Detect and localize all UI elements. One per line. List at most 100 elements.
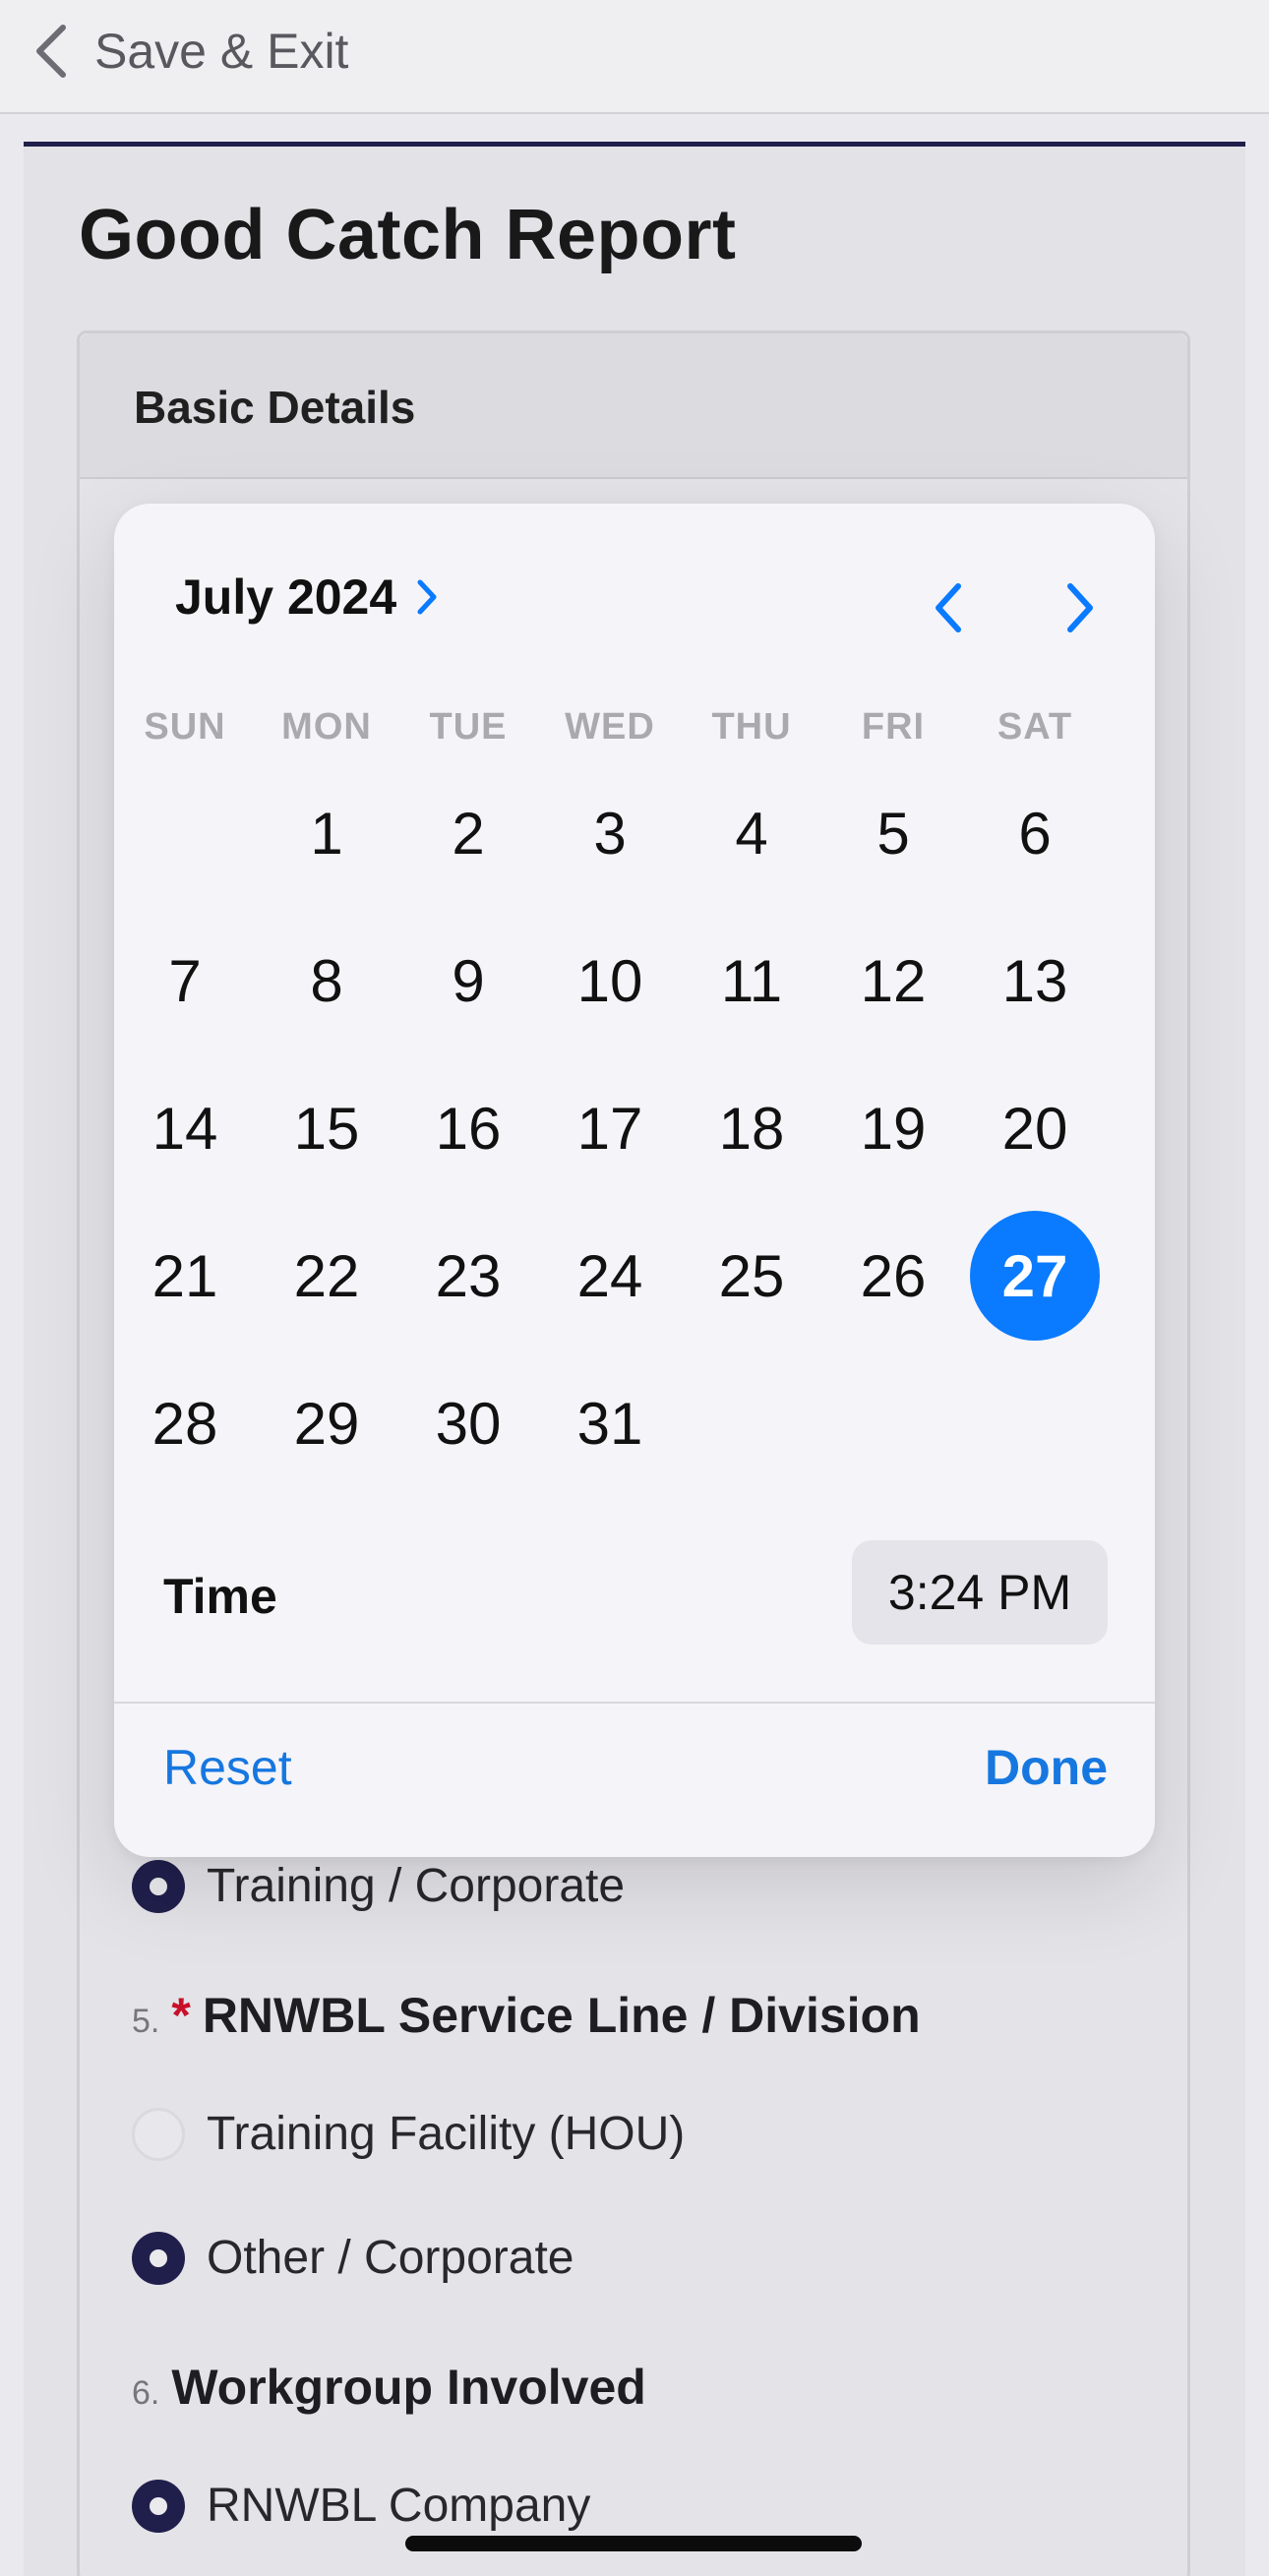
time-picker-button[interactable]: 3:24 PM xyxy=(852,1540,1108,1645)
day-number: 20 xyxy=(1001,1095,1068,1162)
save-and-exit-button[interactable]: Save & Exit xyxy=(30,14,348,89)
question-label: RNWBL Service Line / Division xyxy=(202,1988,921,2043)
calendar-day[interactable]: 15 xyxy=(258,1064,395,1192)
previous-month-button[interactable] xyxy=(927,578,970,637)
calendar-day[interactable]: 29 xyxy=(258,1359,395,1487)
date-picker-popover: July 2024 SUN MON TUE WED THU FRI SAT 12345678… xyxy=(114,504,1155,1857)
calendar-day[interactable]: 3 xyxy=(541,769,679,897)
radio-selected[interactable] xyxy=(132,1859,185,1913)
weekday-label-sun: SUN xyxy=(144,706,226,748)
day-number: 21 xyxy=(151,1242,218,1309)
page-title: Good Catch Report xyxy=(79,196,737,274)
card-header[interactable]: Basic Details xyxy=(80,333,1187,479)
day-number: 18 xyxy=(718,1095,785,1162)
day-number: 27 xyxy=(970,1211,1100,1341)
next-month-button[interactable] xyxy=(1058,578,1102,637)
question-service-line: 5. * RNWBL Service Line / Division xyxy=(132,1987,921,2044)
day-number: 24 xyxy=(576,1242,643,1309)
calendar-day[interactable]: 26 xyxy=(824,1212,962,1340)
weekday-label-tue: TUE xyxy=(429,706,508,748)
calendar-day[interactable]: 2 xyxy=(399,769,537,897)
home-indicator xyxy=(405,2536,862,2551)
divider xyxy=(114,1702,1155,1704)
calendar-day[interactable]: 13 xyxy=(966,917,1104,1045)
calendar-day[interactable]: 7 xyxy=(116,917,254,1045)
time-label: Time xyxy=(163,1569,277,1624)
option-label: RNWBL Company xyxy=(207,2480,591,2532)
day-number: 11 xyxy=(720,947,783,1014)
calendar-day[interactable]: 18 xyxy=(683,1064,820,1192)
calendar-day[interactable]: 4 xyxy=(683,769,820,897)
day-number: 7 xyxy=(168,947,202,1014)
option-rnwbl-company[interactable]: RNWBL Company xyxy=(132,2479,590,2533)
radio-selected[interactable] xyxy=(132,2479,185,2533)
day-number: 14 xyxy=(151,1095,218,1162)
day-number: 28 xyxy=(151,1390,218,1457)
done-button[interactable]: Done xyxy=(985,1739,1108,1796)
top-nav-bar: Save & Exit xyxy=(0,0,1269,114)
calendar-day[interactable]: 23 xyxy=(399,1212,537,1340)
calendar-day[interactable]: 14 xyxy=(116,1064,254,1192)
day-number: 31 xyxy=(576,1390,643,1457)
calendar-day[interactable]: 12 xyxy=(824,917,962,1045)
calendar-day[interactable]: 9 xyxy=(399,917,537,1045)
save-and-exit-label: Save & Exit xyxy=(94,24,349,79)
day-number: 17 xyxy=(576,1095,643,1162)
day-number: 2 xyxy=(452,800,485,867)
chevron-right-icon xyxy=(417,579,437,615)
reset-button[interactable]: Reset xyxy=(163,1739,292,1796)
option-training-facility[interactable]: Training Facility (HOU) xyxy=(132,2107,685,2161)
chevron-left-icon xyxy=(36,25,66,78)
day-number: 6 xyxy=(1018,800,1052,867)
day-number: 12 xyxy=(860,947,927,1014)
calendar-day[interactable]: 11 xyxy=(683,917,820,1045)
calendar-day[interactable]: 22 xyxy=(258,1212,395,1340)
calendar-day[interactable]: 1 xyxy=(258,769,395,897)
day-number: 15 xyxy=(293,1095,360,1162)
card-header-label: Basic Details xyxy=(134,382,416,433)
day-number: 4 xyxy=(735,800,768,867)
calendar-day[interactable]: 17 xyxy=(541,1064,679,1192)
calendar-day[interactable]: 25 xyxy=(683,1212,820,1340)
question-workgroup: 6. Workgroup Involved xyxy=(132,2359,646,2416)
option-training-corporate[interactable]: Training / Corporate xyxy=(132,1859,625,1913)
calendar-day[interactable]: 28 xyxy=(116,1359,254,1487)
month-year-label: July 2024 xyxy=(175,569,397,625)
required-mark: * xyxy=(171,1988,191,2043)
day-number: 13 xyxy=(1001,947,1068,1014)
calendar-day[interactable]: 20 xyxy=(966,1064,1104,1192)
option-label: Other / Corporate xyxy=(207,2232,574,2284)
option-label: Training / Corporate xyxy=(207,1860,626,1912)
calendar-day[interactable]: 24 xyxy=(541,1212,679,1340)
question-label: Workgroup Involved xyxy=(171,2360,646,2415)
day-number: 8 xyxy=(310,947,343,1014)
calendar-day[interactable]: 31 xyxy=(541,1359,679,1487)
day-number: 5 xyxy=(876,800,910,867)
option-other-corporate[interactable]: Other / Corporate xyxy=(132,2231,574,2285)
calendar-day[interactable]: 6 xyxy=(966,769,1104,897)
calendar-day[interactable]: 16 xyxy=(399,1064,537,1192)
radio-unselected[interactable] xyxy=(132,2107,185,2161)
calendar-day[interactable]: 10 xyxy=(541,917,679,1045)
option-label: Training Facility (HOU) xyxy=(207,2108,686,2160)
day-number: 25 xyxy=(718,1242,785,1309)
calendar-day[interactable]: 5 xyxy=(824,769,962,897)
calendar-day[interactable]: 19 xyxy=(824,1064,962,1192)
day-number: 16 xyxy=(435,1095,502,1162)
calendar-day-selected[interactable]: 27 xyxy=(966,1211,1104,1341)
day-number: 26 xyxy=(860,1242,927,1309)
calendar-day[interactable]: 30 xyxy=(399,1359,537,1487)
question-number: 6. xyxy=(132,2374,160,2412)
day-number: 9 xyxy=(452,947,485,1014)
day-number: 29 xyxy=(293,1390,360,1457)
day-number: 1 xyxy=(310,800,343,867)
calendar-day[interactable]: 8 xyxy=(258,917,395,1045)
calendar-day[interactable]: 21 xyxy=(116,1212,254,1340)
day-number: 10 xyxy=(576,947,643,1014)
day-number: 30 xyxy=(435,1390,502,1457)
weekday-label-wed: WED xyxy=(565,706,655,748)
month-year-selector[interactable]: July 2024 xyxy=(175,569,440,626)
day-number: 3 xyxy=(593,800,627,867)
weekday-label-sat: SAT xyxy=(997,706,1073,748)
radio-selected[interactable] xyxy=(132,2231,185,2285)
